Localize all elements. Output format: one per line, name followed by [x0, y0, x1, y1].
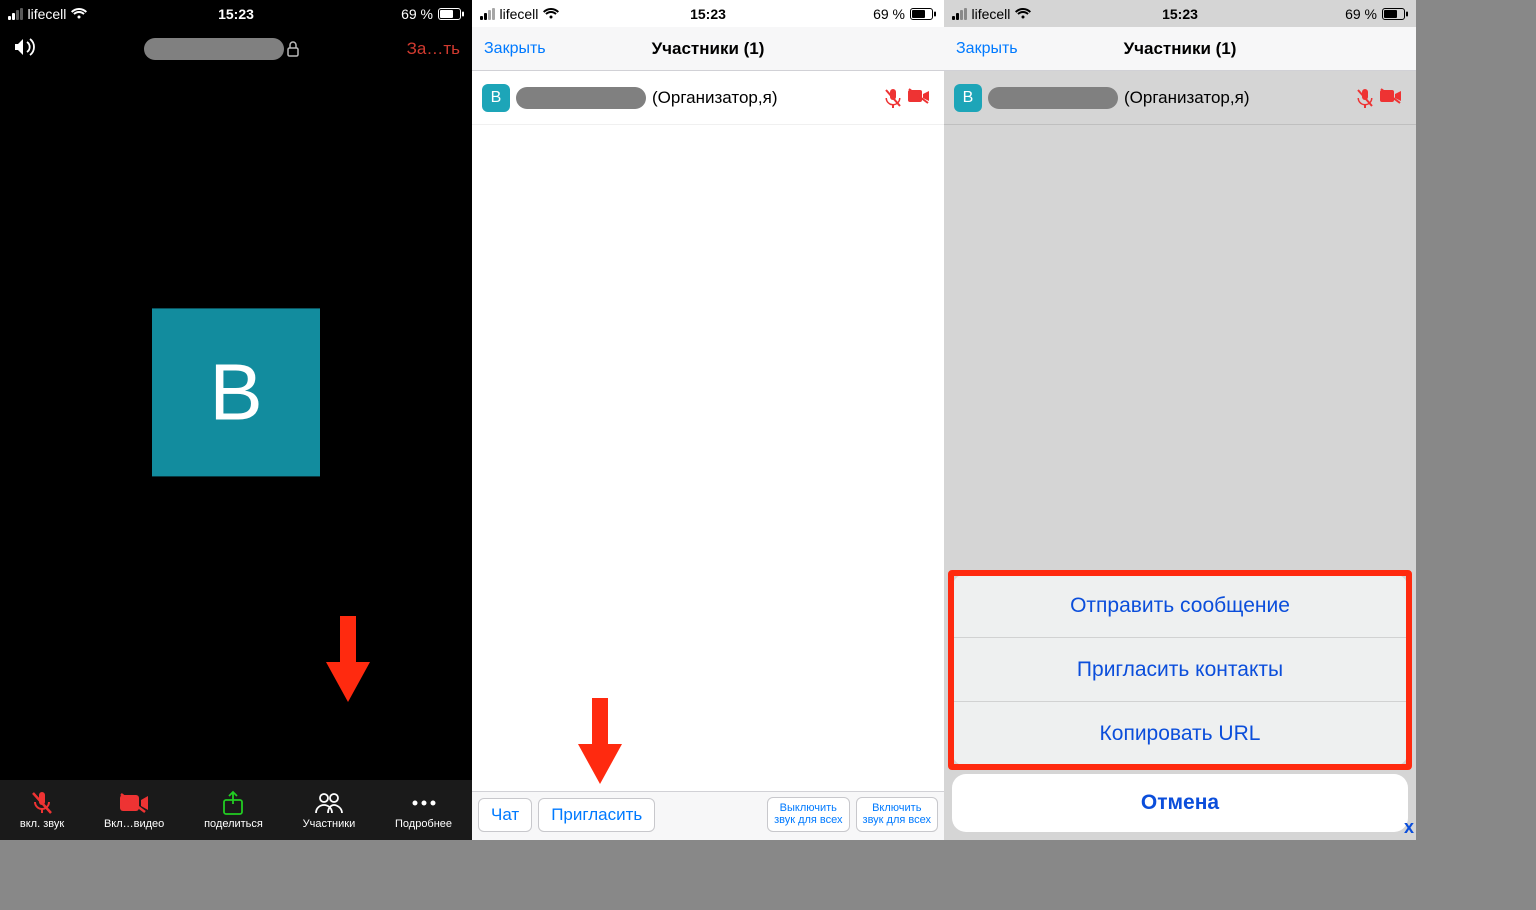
share-button[interactable]: поделиться	[204, 790, 263, 830]
wifi-icon	[1015, 8, 1031, 20]
battery-label: 69 %	[873, 6, 905, 22]
send-message-option[interactable]: Отправить сообщение	[952, 574, 1408, 638]
unmute-all-button[interactable]: Включить звук для всех	[856, 797, 938, 832]
screen-invite-sheet: lifecell 15:23 69 % Закрыть Участники (1…	[944, 0, 1416, 840]
participant-name-redacted	[516, 87, 646, 109]
toggle-video-button[interactable]: Вкл…видео	[104, 790, 164, 830]
share-icon	[221, 790, 245, 816]
lock-icon	[286, 40, 300, 58]
toggle-audio-button[interactable]: вкл. звук	[20, 790, 64, 830]
participant-row[interactable]: В (Организатор,я)	[472, 71, 944, 125]
invite-button[interactable]: Пригласить	[538, 798, 655, 832]
carrier-label: lifecell	[972, 6, 1011, 22]
participant-avatar: В	[954, 84, 982, 112]
more-button[interactable]: Подробнее	[395, 790, 452, 830]
camera-off-icon	[908, 88, 930, 104]
call-navbar: За…ть	[0, 27, 472, 71]
wifi-icon	[543, 8, 559, 20]
action-sheet: Отправить сообщение Пригласить контакты …	[944, 566, 1416, 840]
participants-navbar: Закрыть Участники (1)	[944, 27, 1416, 71]
close-button[interactable]: Закрыть	[956, 40, 1018, 58]
close-button[interactable]: Закрыть	[484, 40, 546, 58]
status-bar: lifecell 15:23 69 %	[944, 0, 1416, 27]
status-bar: lifecell 15:23 69 %	[0, 0, 472, 27]
battery-icon	[438, 8, 464, 20]
signal-icon	[8, 8, 23, 20]
participants-button[interactable]: Участники	[303, 790, 356, 830]
participants-toolbar: Чат Пригласить Выключить звук для всех В…	[472, 791, 944, 840]
screen-participants: lifecell 15:23 69 % Закрыть Участники (1…	[472, 0, 944, 840]
battery-icon	[1382, 8, 1408, 20]
call-body: В	[0, 71, 472, 780]
mic-muted-icon	[30, 790, 54, 816]
invite-contacts-option[interactable]: Пригласить контакты	[952, 638, 1408, 702]
carrier-label: lifecell	[28, 6, 67, 22]
battery-label: 69 %	[1345, 6, 1377, 22]
arrow-annotation	[326, 616, 370, 702]
camera-off-icon	[119, 790, 149, 816]
more-icon	[410, 790, 438, 816]
participants-navbar: Закрыть Участники (1)	[472, 27, 944, 71]
participant-role: (Организатор,я)	[652, 88, 777, 108]
participant-name-redacted	[988, 87, 1118, 109]
mic-muted-icon	[884, 88, 902, 108]
copy-url-option[interactable]: Копировать URL	[952, 702, 1408, 766]
mic-muted-icon	[1356, 88, 1374, 108]
call-toolbar: вкл. звук Вкл…видео поделиться Участники…	[0, 780, 472, 840]
participant-row[interactable]: В (Организатор,я)	[944, 71, 1416, 125]
wifi-icon	[71, 8, 87, 20]
cancel-button[interactable]: Отмена	[952, 774, 1408, 832]
participant-avatar: В	[482, 84, 510, 112]
speaker-icon[interactable]	[12, 36, 38, 63]
participant-role: (Организатор,я)	[1124, 88, 1249, 108]
signal-icon	[952, 8, 967, 20]
screen-call: lifecell 15:23 69 % За…ть В вкл. звук	[0, 0, 472, 840]
participants-icon	[314, 790, 344, 816]
action-sheet-group: Отправить сообщение Пригласить контакты …	[952, 574, 1408, 766]
battery-label: 69 %	[401, 6, 433, 22]
avatar: В	[152, 308, 320, 476]
meeting-name-redacted	[144, 38, 284, 60]
status-bar: lifecell 15:23 69 %	[472, 0, 944, 27]
carrier-label: lifecell	[500, 6, 539, 22]
end-call-button[interactable]: За…ть	[407, 39, 460, 59]
arrow-annotation	[578, 698, 622, 784]
camera-off-icon	[1380, 88, 1402, 104]
signal-icon	[480, 8, 495, 20]
battery-icon	[910, 8, 936, 20]
chat-button[interactable]: Чат	[478, 798, 532, 832]
mute-all-button[interactable]: Выключить звук для всех	[767, 797, 849, 832]
stray-x: x	[1404, 817, 1414, 838]
